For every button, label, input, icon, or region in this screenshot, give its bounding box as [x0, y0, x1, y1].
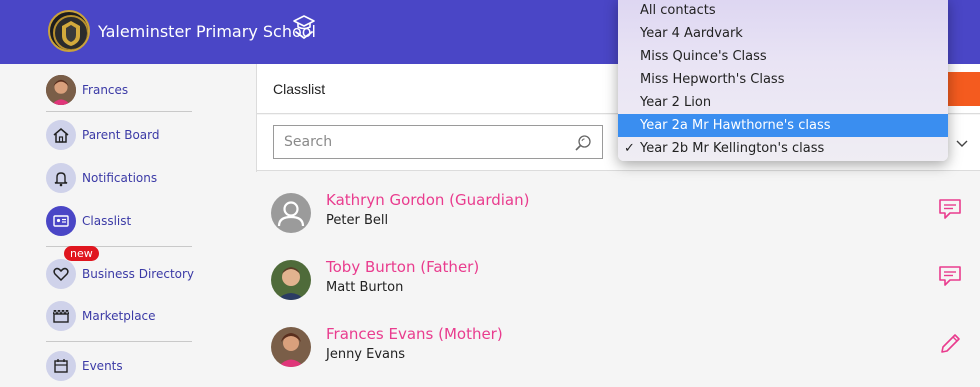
- sidebar-item-marketplace[interactable]: Marketplace: [46, 301, 196, 333]
- sidebar-item-label: Parent Board: [82, 128, 160, 142]
- bell-icon: [46, 163, 76, 193]
- school-name[interactable]: Yaleminster Primary School: [98, 22, 316, 41]
- calendar-icon: [46, 351, 76, 381]
- child-name: Matt Burton: [326, 280, 404, 295]
- contact-name[interactable]: Kathryn Gordon (Guardian): [326, 191, 529, 209]
- sidebar-item-profile[interactable]: Frances: [46, 75, 196, 107]
- avatar: [271, 193, 311, 233]
- sidebar-divider: [46, 341, 192, 342]
- edit-icon[interactable]: [937, 331, 963, 355]
- chevron-down-icon[interactable]: [956, 135, 968, 153]
- sidebar-divider: [46, 111, 192, 112]
- page-title: Classlist: [273, 81, 326, 97]
- dropdown-option[interactable]: Year 4 Aardvark: [618, 22, 948, 45]
- school-logo[interactable]: [48, 10, 90, 52]
- child-name: Jenny Evans: [326, 347, 406, 362]
- heart-icon: [46, 259, 76, 289]
- list-item[interactable]: Frances Evans (Mother) Jenny Evans: [257, 325, 980, 387]
- sidebar: Frances Parent Board Notifications Class…: [0, 64, 200, 384]
- dropdown-option-selected[interactable]: ✓ Year 2b Mr Kellington's class: [618, 137, 948, 160]
- new-badge: new: [64, 246, 99, 261]
- user-avatar: [46, 75, 76, 105]
- action-button[interactable]: [944, 72, 980, 106]
- class-select-dropdown[interactable]: All contacts Year 4 Aardvark Miss Quince…: [618, 0, 948, 161]
- message-icon[interactable]: [937, 197, 963, 221]
- sidebar-item-label: Notifications: [82, 171, 158, 185]
- sidebar-item-label: Events: [82, 359, 123, 373]
- contact-name[interactable]: Frances Evans (Mother): [326, 325, 503, 343]
- school-switch-icon[interactable]: [292, 14, 316, 44]
- sidebar-item-label: Classlist: [82, 214, 132, 228]
- store-icon: [46, 301, 76, 331]
- list-item[interactable]: Kathryn Gordon (Guardian) Peter Bell: [257, 191, 980, 253]
- home-icon: [46, 120, 76, 150]
- search-box: [273, 125, 603, 159]
- avatar: [271, 260, 311, 300]
- sidebar-item-business-directory[interactable]: new Business Directory: [46, 246, 196, 291]
- dropdown-option[interactable]: Year 2 Lion: [618, 91, 948, 114]
- list-item[interactable]: Toby Burton (Father) Matt Burton: [257, 258, 980, 320]
- avatar: [271, 327, 311, 367]
- dropdown-option-label: Year 2b Mr Kellington's class: [640, 141, 825, 156]
- dropdown-option[interactable]: All contacts: [618, 0, 948, 22]
- id-card-icon: [46, 206, 76, 236]
- dropdown-option-highlighted[interactable]: Year 2a Mr Hawthorne's class: [618, 114, 948, 137]
- child-name: Peter Bell: [326, 213, 389, 228]
- dropdown-option[interactable]: Miss Hepworth's Class: [618, 68, 948, 91]
- search-input[interactable]: [274, 126, 564, 158]
- sidebar-item-parent-board[interactable]: Parent Board: [46, 120, 196, 152]
- search-icon[interactable]: [574, 134, 592, 157]
- sidebar-item-events[interactable]: Events: [46, 351, 196, 383]
- contact-name[interactable]: Toby Burton (Father): [326, 258, 479, 276]
- sidebar-item-label: Marketplace: [82, 309, 156, 323]
- sidebar-user-name: Frances: [82, 83, 129, 97]
- check-icon: ✓: [624, 141, 635, 156]
- sidebar-item-label: Business Directory: [82, 267, 195, 281]
- sidebar-item-notifications[interactable]: Notifications: [46, 163, 196, 195]
- sidebar-item-classlist[interactable]: Classlist: [46, 206, 196, 238]
- message-icon[interactable]: [937, 264, 963, 288]
- dropdown-option[interactable]: Miss Quince's Class: [618, 45, 948, 68]
